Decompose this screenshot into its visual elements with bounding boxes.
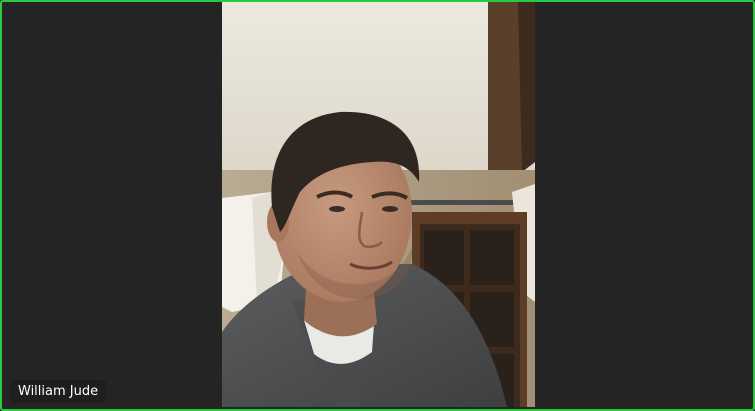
participant-video-feed: [222, 2, 535, 407]
participant-video-tile[interactable]: William Jude: [0, 0, 755, 411]
participant-name-label: William Jude: [10, 380, 107, 403]
participant-video-image: [222, 2, 535, 407]
